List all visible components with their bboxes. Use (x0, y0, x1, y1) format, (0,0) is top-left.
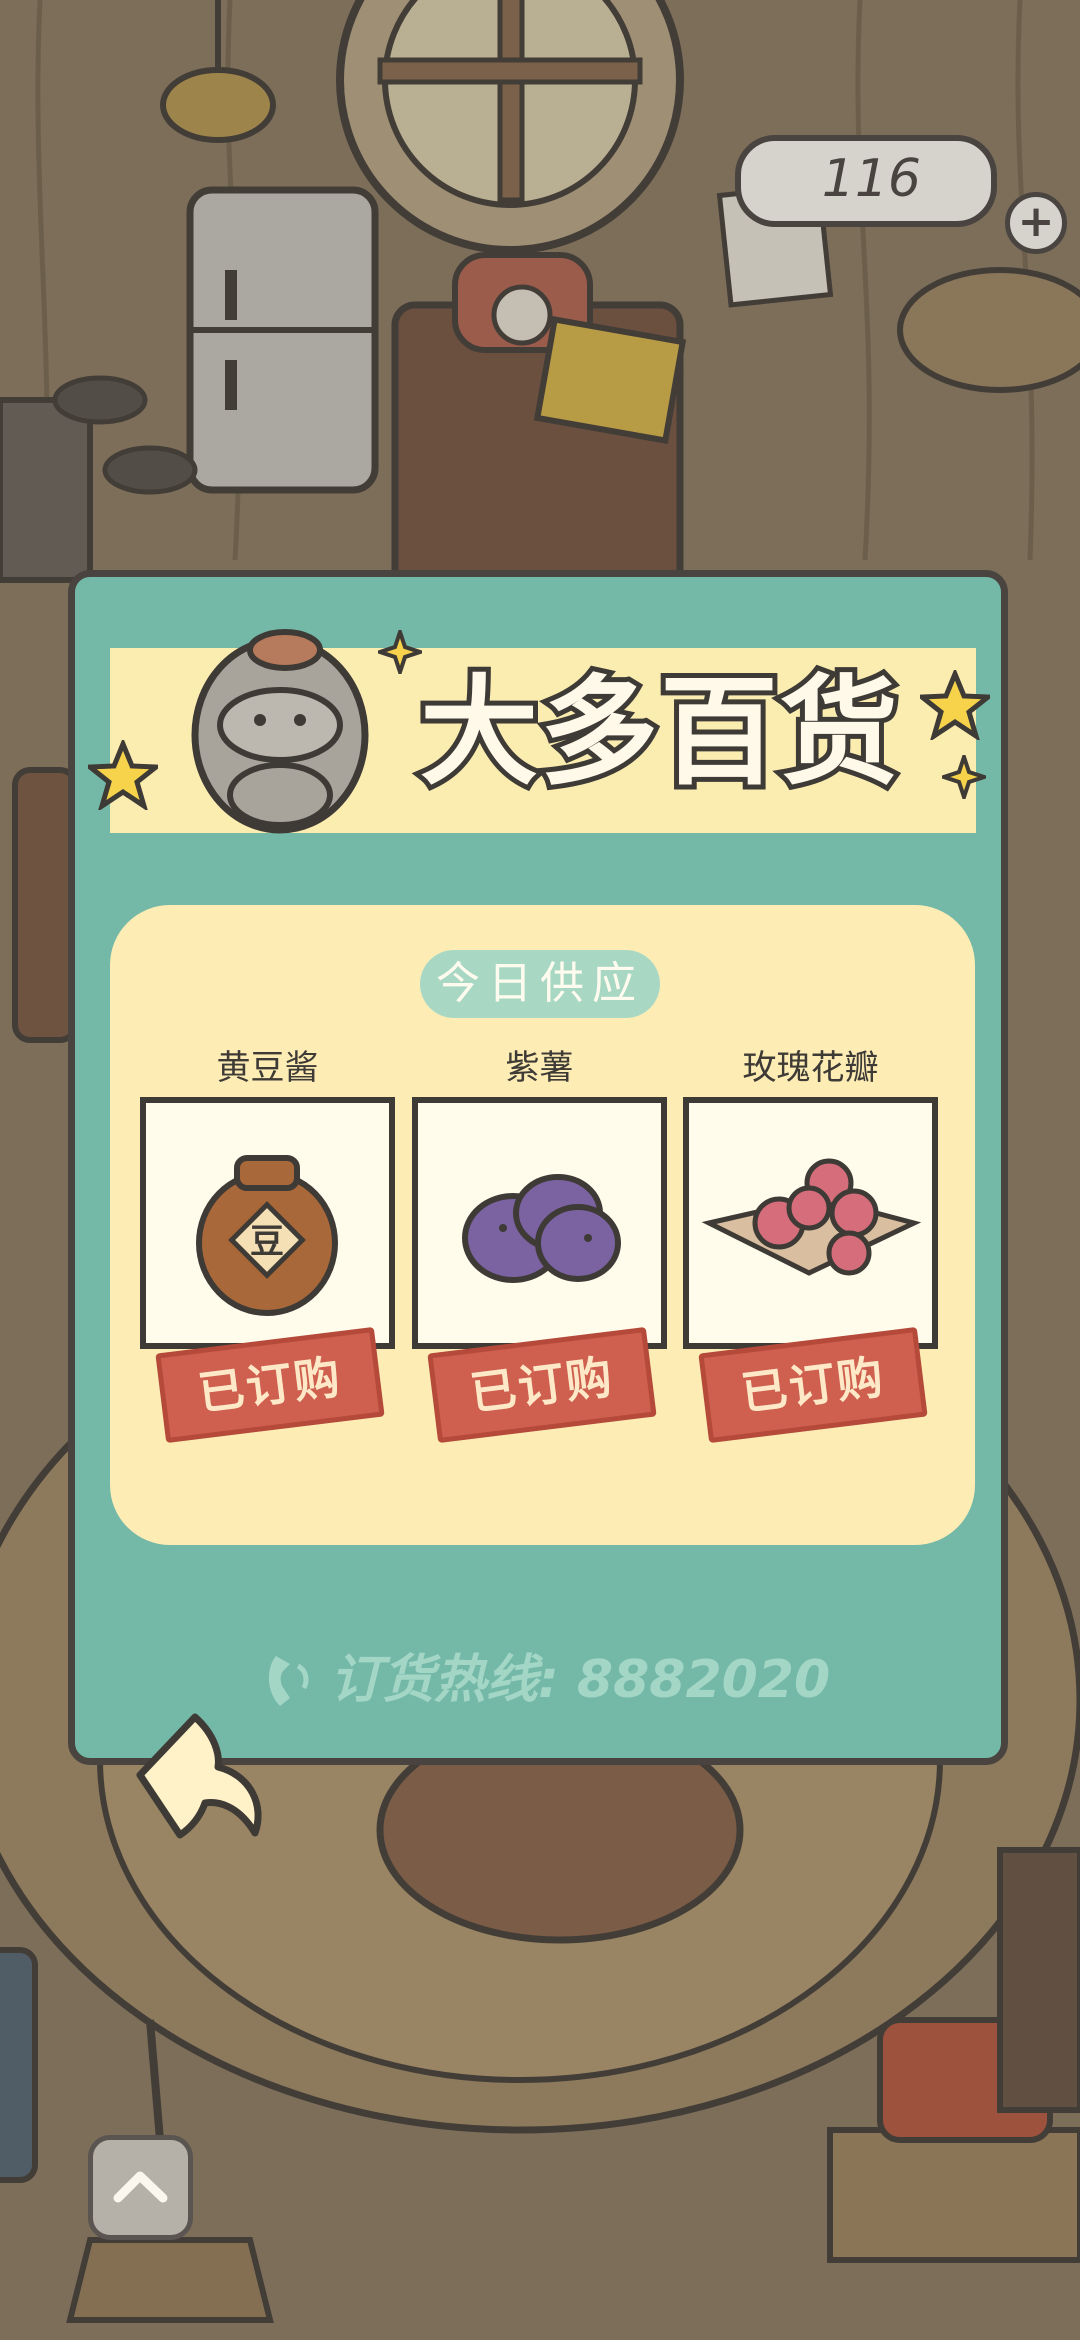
rose-petals-icon (701, 1158, 922, 1276)
order-hotline: 订货热线: 8882020 (330, 1650, 831, 1710)
soybean-paste-jar-icon: 豆 (196, 1155, 338, 1316)
sparkle-icon (942, 755, 986, 799)
back-arrow-icon[interactable] (120, 1705, 270, 1845)
section-label: 今日供应 (420, 950, 660, 1018)
hippo-mascot-icon (191, 629, 369, 834)
shop-title: 大多百货 (415, 658, 903, 806)
sparkle-icon (378, 630, 422, 674)
item-name: 黄豆酱 (216, 1048, 319, 1088)
star-icon (920, 670, 990, 740)
currency-count: 116 (821, 149, 921, 209)
star-icon (88, 740, 158, 810)
purple-sweet-potato-icon (462, 1174, 621, 1283)
item-slot-soybean-paste[interactable]: 豆 (140, 1097, 395, 1349)
item-name: 玫瑰花瓣 (742, 1048, 879, 1088)
item-slot-purple-sweet-potato[interactable] (412, 1097, 667, 1349)
plus-icon[interactable]: + (1005, 192, 1067, 254)
scroll-up-button[interactable] (88, 2135, 193, 2240)
currency-counter: 116 (735, 135, 997, 227)
jar-label: 豆 (250, 1222, 284, 1262)
item-slot-rose-petals[interactable] (683, 1097, 938, 1349)
chevron-up-icon (113, 2171, 168, 2203)
phone-icon (268, 1656, 309, 1706)
item-name: 紫薯 (505, 1048, 574, 1088)
